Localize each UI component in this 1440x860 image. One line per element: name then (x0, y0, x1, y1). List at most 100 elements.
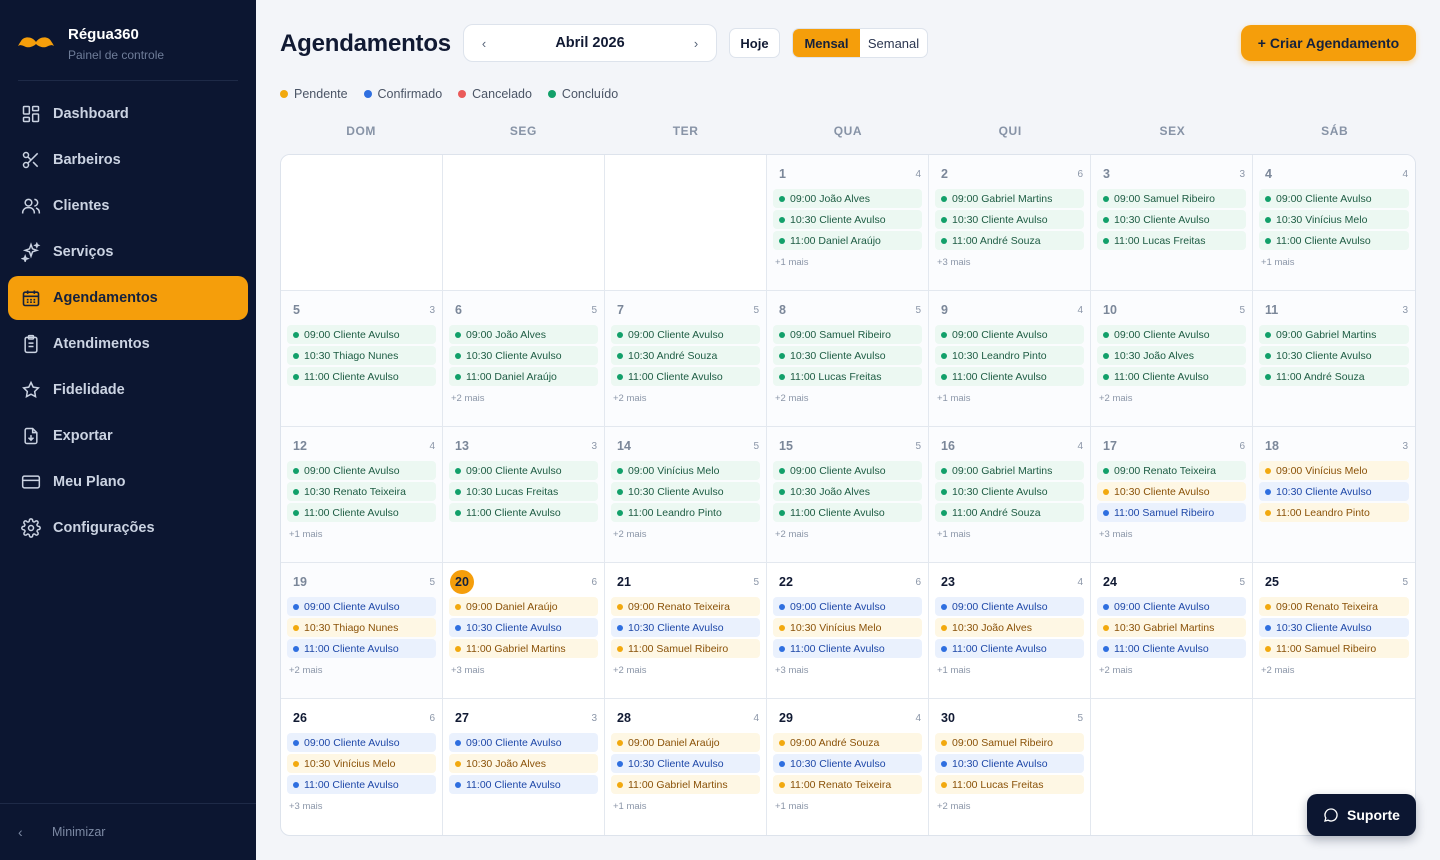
view-monthly-button[interactable]: Mensal (793, 29, 860, 57)
appointment-chip[interactable]: 10:30 Cliente Avulso (1259, 618, 1409, 637)
appointment-chip[interactable]: 09:00 Daniel Araújo (449, 597, 598, 616)
appointment-chip[interactable]: 10:30 Renato Teixeira (287, 482, 436, 501)
day-cell[interactable]: 5 3 09:00 Cliente Avulso 10:30 Thiago Nunes… (281, 291, 443, 427)
appointment-chip[interactable]: 09:00 Cliente Avulso (287, 325, 436, 344)
day-cell[interactable]: 27 3 09:00 Cliente Avulso 10:30 João Alves 1… (443, 699, 605, 835)
appointment-chip[interactable]: 11:00 André Souza (935, 503, 1084, 522)
more-appointments-link[interactable]: +1 mais (613, 801, 647, 812)
appointment-chip[interactable]: 09:00 Cliente Avulso (611, 325, 760, 344)
appointment-chip[interactable]: 11:00 Daniel Araújo (773, 231, 922, 250)
appointment-chip[interactable]: 10:30 João Alves (935, 618, 1084, 637)
appointment-chip[interactable]: 11:00 Samuel Ribeiro (611, 639, 760, 658)
appointment-chip[interactable]: 11:00 Cliente Avulso (935, 639, 1084, 658)
day-cell[interactable]: 11 3 09:00 Gabriel Martins 10:30 Cliente Av… (1253, 291, 1415, 427)
appointment-chip[interactable]: 10:30 Gabriel Martins (1097, 618, 1246, 637)
more-appointments-link[interactable]: +2 mais (775, 393, 809, 404)
create-appointment-button[interactable]: + Criar Agendamento (1241, 25, 1416, 61)
day-cell[interactable]: 12 4 09:00 Cliente Avulso 10:30 Renato Teix… (281, 427, 443, 563)
day-cell[interactable]: 28 4 09:00 Daniel Araújo 10:30 Cliente Avul… (605, 699, 767, 835)
appointment-chip[interactable]: 09:00 Cliente Avulso (449, 733, 598, 752)
appointment-chip[interactable]: 09:00 Cliente Avulso (1259, 189, 1409, 208)
appointment-chip[interactable]: 11:00 Cliente Avulso (287, 775, 436, 794)
appointment-chip[interactable]: 10:30 Vinícius Melo (1259, 210, 1409, 229)
appointment-chip[interactable]: 11:00 Cliente Avulso (611, 367, 760, 386)
day-cell[interactable]: 30 5 09:00 Samuel Ribeiro 10:30 Cliente Avu… (929, 699, 1091, 835)
appointment-chip[interactable]: 11:00 Cliente Avulso (935, 367, 1084, 386)
sidebar-item-fidelidade[interactable]: Fidelidade (8, 368, 248, 412)
appointment-chip[interactable]: 11:00 Leandro Pinto (1259, 503, 1409, 522)
appointment-chip[interactable]: 09:00 Cliente Avulso (1097, 325, 1246, 344)
appointment-chip[interactable]: 11:00 Renato Teixeira (773, 775, 922, 794)
appointment-chip[interactable]: 09:00 Cliente Avulso (935, 325, 1084, 344)
more-appointments-link[interactable]: +1 mais (937, 665, 971, 676)
appointment-chip[interactable]: 11:00 Daniel Araújo (449, 367, 598, 386)
today-button[interactable]: Hoje (729, 28, 780, 58)
more-appointments-link[interactable]: +1 mais (775, 257, 809, 268)
appointment-chip[interactable]: 10:30 Cliente Avulso (611, 618, 760, 637)
appointment-chip[interactable]: 09:00 Samuel Ribeiro (935, 733, 1084, 752)
day-cell[interactable]: 8 5 09:00 Samuel Ribeiro 10:30 Cliente Avul… (767, 291, 929, 427)
appointment-chip[interactable]: 10:30 André Souza (611, 346, 760, 365)
appointment-chip[interactable]: 11:00 Cliente Avulso (449, 775, 598, 794)
appointment-chip[interactable]: 10:30 Cliente Avulso (773, 346, 922, 365)
appointment-chip[interactable]: 11:00 Cliente Avulso (449, 503, 598, 522)
appointment-chip[interactable]: 09:00 Renato Teixeira (1259, 597, 1409, 616)
appointment-chip[interactable]: 11:00 Gabriel Martins (611, 775, 760, 794)
more-appointments-link[interactable]: +3 mais (937, 257, 971, 268)
more-appointments-link[interactable]: +1 mais (775, 801, 809, 812)
appointment-chip[interactable]: 10:30 João Alves (1097, 346, 1246, 365)
appointment-chip[interactable]: 10:30 Thiago Nunes (287, 618, 436, 637)
appointment-chip[interactable]: 11:00 Leandro Pinto (611, 503, 760, 522)
appointment-chip[interactable]: 11:00 Cliente Avulso (287, 503, 436, 522)
appointment-chip[interactable]: 10:30 Cliente Avulso (935, 482, 1084, 501)
day-cell[interactable]: 22 6 09:00 Cliente Avulso 10:30 Vinícius Me… (767, 563, 929, 699)
appointment-chip[interactable]: 11:00 Samuel Ribeiro (1259, 639, 1409, 658)
appointment-chip[interactable]: 10:30 Cliente Avulso (1097, 482, 1246, 501)
day-cell[interactable]: 9 4 09:00 Cliente Avulso 10:30 Leandro Pint… (929, 291, 1091, 427)
day-cell[interactable]: 20 6 09:00 Daniel Araújo 10:30 Cliente Avul… (443, 563, 605, 699)
sidebar-item-clientes[interactable]: Clientes (8, 184, 248, 228)
appointment-chip[interactable]: 09:00 Cliente Avulso (935, 597, 1084, 616)
appointment-chip[interactable]: 09:00 Cliente Avulso (773, 597, 922, 616)
day-cell[interactable]: 6 5 09:00 João Alves 10:30 Cliente Avulso 11… (443, 291, 605, 427)
appointment-chip[interactable]: 09:00 Samuel Ribeiro (773, 325, 922, 344)
appointment-chip[interactable]: 09:00 Cliente Avulso (1097, 597, 1246, 616)
more-appointments-link[interactable]: +2 mais (613, 529, 647, 540)
appointment-chip[interactable]: 10:30 Cliente Avulso (449, 346, 598, 365)
day-cell[interactable]: 19 5 09:00 Cliente Avulso 10:30 Thiago Nune… (281, 563, 443, 699)
day-cell[interactable]: 26 6 09:00 Cliente Avulso 10:30 Vinícius Me… (281, 699, 443, 835)
appointment-chip[interactable]: 10:30 Thiago Nunes (287, 346, 436, 365)
sidebar-item-meu-plano[interactable]: Meu Plano (8, 460, 248, 504)
appointment-chip[interactable]: 09:00 Cliente Avulso (287, 733, 436, 752)
appointment-chip[interactable]: 11:00 André Souza (935, 231, 1084, 250)
more-appointments-link[interactable]: +2 mais (289, 665, 323, 676)
more-appointments-link[interactable]: +3 mais (451, 665, 485, 676)
more-appointments-link[interactable]: +1 mais (289, 529, 323, 540)
appointment-chip[interactable]: 09:00 Vinícius Melo (1259, 461, 1409, 480)
day-cell[interactable]: 29 4 09:00 André Souza 10:30 Cliente Avulso… (767, 699, 929, 835)
prev-month-button[interactable]: ‹ (478, 36, 490, 51)
appointment-chip[interactable]: 11:00 Cliente Avulso (287, 639, 436, 658)
day-cell[interactable]: 4 4 09:00 Cliente Avulso 10:30 Vinícius Mel… (1253, 155, 1415, 291)
more-appointments-link[interactable]: +2 mais (775, 529, 809, 540)
appointment-chip[interactable]: 09:00 Vinícius Melo (611, 461, 760, 480)
appointment-chip[interactable]: 09:00 Gabriel Martins (935, 461, 1084, 480)
minimize-button[interactable]: ‹ Minimizar (0, 803, 256, 860)
appointment-chip[interactable]: 09:00 Gabriel Martins (1259, 325, 1409, 344)
appointment-chip[interactable]: 10:30 Vinícius Melo (287, 754, 436, 773)
sidebar-item-agendamentos[interactable]: Agendamentos (8, 276, 248, 320)
more-appointments-link[interactable]: +3 mais (775, 665, 809, 676)
appointment-chip[interactable]: 10:30 Cliente Avulso (1097, 210, 1246, 229)
sidebar-item-exportar[interactable]: Exportar (8, 414, 248, 458)
appointment-chip[interactable]: 11:00 Lucas Freitas (773, 367, 922, 386)
appointment-chip[interactable]: 09:00 Renato Teixeira (611, 597, 760, 616)
more-appointments-link[interactable]: +1 mais (937, 529, 971, 540)
brand[interactable]: Régua360 Painel de controle (18, 26, 238, 80)
day-cell[interactable]: 25 5 09:00 Renato Teixeira 10:30 Cliente Av… (1253, 563, 1415, 699)
appointment-chip[interactable]: 11:00 Lucas Freitas (1097, 231, 1246, 250)
more-appointments-link[interactable]: +3 mais (289, 801, 323, 812)
appointment-chip[interactable]: 10:30 Cliente Avulso (935, 754, 1084, 773)
appointment-chip[interactable]: 10:30 Vinícius Melo (773, 618, 922, 637)
sidebar-item-barbeiros[interactable]: Barbeiros (8, 138, 248, 182)
sidebar-item-servicos[interactable]: Serviços (8, 230, 248, 274)
